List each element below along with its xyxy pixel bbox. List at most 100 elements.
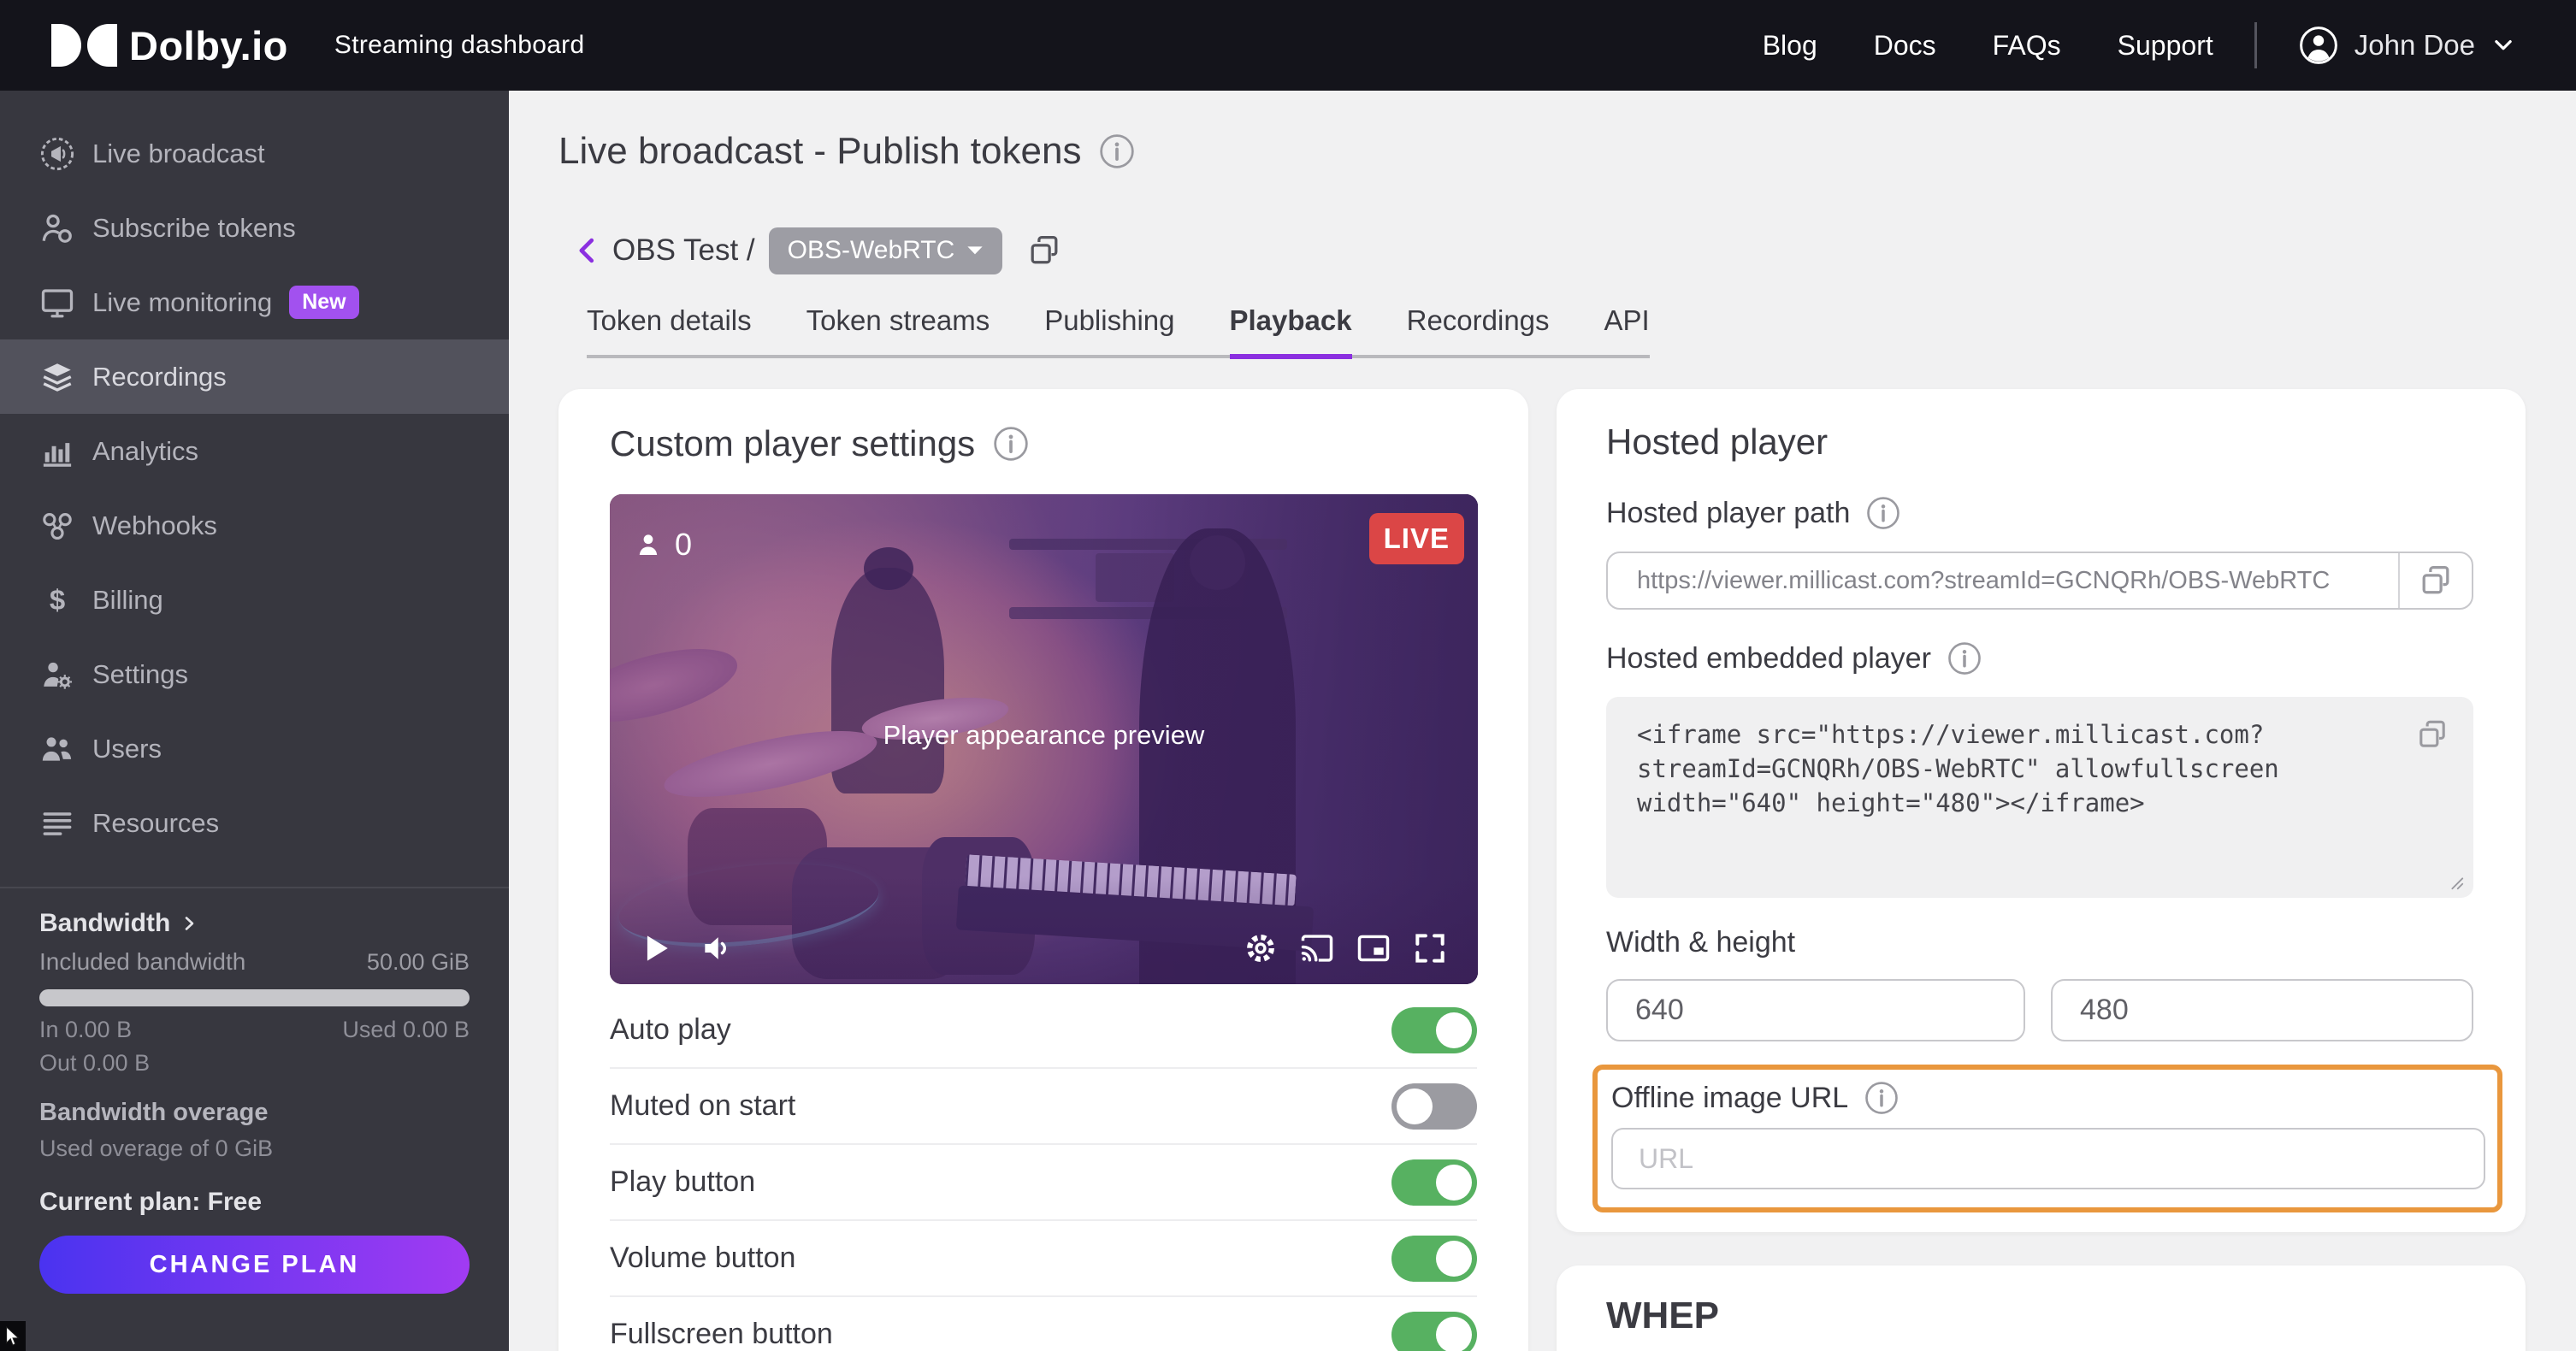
sidebar: Live broadcastSubscribe tokensLive monit… (0, 91, 509, 1351)
dolby-double-d-icon (51, 24, 117, 67)
tab-playback[interactable]: Playback (1230, 304, 1352, 359)
copy-embed-button[interactable] (2414, 716, 2451, 753)
top-header: Dolby.io Streaming dashboard Blog Docs FAQ… (0, 0, 2576, 91)
users-icon (36, 728, 79, 770)
header-link-faqs[interactable]: FAQs (1993, 30, 2061, 62)
sidebar-item-live-monitoring[interactable]: Live monitoringNew (0, 265, 509, 339)
live-broadcast-icon (36, 133, 79, 175)
token-selector[interactable]: OBS-WebRTC (769, 227, 1003, 274)
sidebar-item-resources[interactable]: Resources (0, 786, 509, 860)
preview-caption: Player appearance preview (610, 720, 1478, 751)
header-divider (2254, 22, 2257, 68)
sidebar-item-billing[interactable]: $Billing (0, 563, 509, 637)
width-input[interactable] (1606, 979, 2025, 1041)
header-link-support[interactable]: Support (2118, 30, 2213, 62)
embed-code: <iframe src="https://viewer.millicast.co… (1637, 717, 2362, 820)
info-icon[interactable] (1098, 133, 1136, 170)
resize-handle-icon[interactable] (2446, 872, 2465, 891)
token-tabs: Token details Token streams Publishing Play… (587, 304, 1650, 358)
play-icon[interactable] (637, 929, 675, 967)
info-icon[interactable] (1865, 495, 1901, 531)
play-button-toggle[interactable] (1391, 1159, 1477, 1206)
dolby-logo: Dolby.io (51, 22, 288, 69)
setting-row-auto-play: Auto play (610, 993, 1477, 1069)
sidebar-item-live-broadcast[interactable]: Live broadcast (0, 116, 509, 191)
new-badge: New (289, 286, 358, 319)
player-card-title-row: Custom player settings (610, 423, 1030, 464)
hosted-player-path-input[interactable] (1608, 567, 2398, 595)
offline-image-url-input[interactable] (1611, 1128, 2485, 1189)
sidebar-item-users[interactable]: Users (0, 711, 509, 786)
sidebar-item-subscribe-tokens[interactable]: Subscribe tokens (0, 191, 509, 265)
billing-icon: $ (36, 579, 79, 622)
header-link-docs[interactable]: Docs (1874, 30, 1936, 62)
change-plan-button[interactable]: CHANGE PLAN (39, 1236, 470, 1294)
volume-button-toggle[interactable] (1391, 1236, 1477, 1282)
sidebar-item-webhooks[interactable]: Webhooks (0, 488, 509, 563)
volume-icon[interactable] (699, 929, 736, 967)
bandwidth-overage-detail: Used overage of 0 GiB (39, 1136, 470, 1162)
info-icon[interactable] (1864, 1080, 1900, 1116)
bandwidth-link[interactable]: Bandwidth (39, 909, 470, 938)
breadcrumb: OBS Test / OBS-WebRTC (571, 227, 1064, 274)
hosted-player-path-label: Hosted player path (1606, 497, 1850, 530)
viewer-count: 0 (634, 527, 692, 563)
tab-token-details[interactable]: Token details (587, 304, 752, 359)
header-link-blog[interactable]: Blog (1763, 30, 1817, 62)
sidebar-item-label: Settings (92, 659, 188, 690)
breadcrumb-parent[interactable]: OBS Test / (612, 233, 755, 268)
app-title: Streaming dashboard (334, 31, 585, 60)
toggle-knob (1436, 1012, 1472, 1048)
copy-path-button[interactable] (2398, 553, 2472, 608)
tab-recordings[interactable]: Recordings (1407, 304, 1550, 359)
pip-icon[interactable] (1355, 929, 1392, 967)
info-icon[interactable] (1947, 640, 1982, 676)
page-title: Live broadcast - Publish tokens (558, 130, 1081, 173)
bandwidth-in-value: In 0.00 B (39, 1017, 132, 1043)
settings-gear-icon[interactable] (1242, 929, 1279, 967)
setting-label: Muted on start (610, 1089, 795, 1123)
back-chevron-icon[interactable] (571, 234, 604, 267)
user-name: John Doe (2354, 29, 2475, 62)
sidebar-item-label: Recordings (92, 362, 227, 392)
tab-token-streams[interactable]: Token streams (806, 304, 990, 359)
bandwidth-panel: Bandwidth Included bandwidth 50.00 GiB I… (0, 887, 509, 1294)
auto-play-toggle[interactable] (1391, 1007, 1477, 1053)
whep-title: WHEP (1606, 1295, 1719, 1337)
hosted-player-path-label-row: Hosted player path (1606, 495, 1901, 531)
live-badge: LIVE (1369, 513, 1464, 564)
current-plan-label: Current plan: Free (39, 1188, 470, 1217)
bandwidth-used-value: Used 0.00 B (342, 1017, 470, 1043)
muted-on-start-toggle[interactable] (1391, 1083, 1477, 1130)
toggle-knob (1436, 1165, 1472, 1201)
tab-api[interactable]: API (1604, 304, 1650, 359)
fullscreen-button-toggle[interactable] (1391, 1312, 1477, 1351)
included-bandwidth-label: Included bandwidth (39, 948, 245, 976)
mouse-cursor (0, 1321, 26, 1351)
player-preview: 0 LIVE Player appearance preview (610, 494, 1478, 984)
setting-row-play-button: Play button (610, 1145, 1477, 1221)
info-icon[interactable] (992, 425, 1030, 463)
player-settings-list: Auto playMuted on startPlay buttonVolume… (610, 993, 1477, 1351)
toggle-knob (1397, 1088, 1433, 1124)
hosted-player-card: Hosted player Hosted player path Hosted … (1557, 389, 2526, 1232)
whep-card: WHEP (1557, 1265, 2526, 1351)
embed-code-textarea[interactable]: <iframe src="https://viewer.millicast.co… (1606, 697, 2473, 898)
tab-publishing[interactable]: Publishing (1044, 304, 1174, 359)
sidebar-item-recordings[interactable]: Recordings (0, 339, 509, 414)
offline-label-row: Offline image URL (1611, 1080, 1900, 1116)
user-menu[interactable]: John Doe (2298, 25, 2516, 66)
analytics-icon (36, 430, 79, 473)
sidebar-item-settings[interactable]: Settings (0, 637, 509, 711)
sidebar-item-analytics[interactable]: Analytics (0, 414, 509, 488)
setting-row-muted-on-start: Muted on start (610, 1069, 1477, 1145)
settings-icon (36, 653, 79, 696)
sidebar-item-label: Users (92, 734, 162, 764)
hosted-embedded-player-label: Hosted embedded player (1606, 642, 1931, 676)
height-input[interactable] (2051, 979, 2473, 1041)
chevron-right-icon (179, 913, 199, 934)
cast-icon[interactable] (1298, 929, 1336, 967)
fullscreen-icon[interactable] (1411, 929, 1449, 967)
embed-label-row: Hosted embedded player (1606, 640, 1982, 676)
copy-token-button[interactable] (1025, 231, 1064, 270)
